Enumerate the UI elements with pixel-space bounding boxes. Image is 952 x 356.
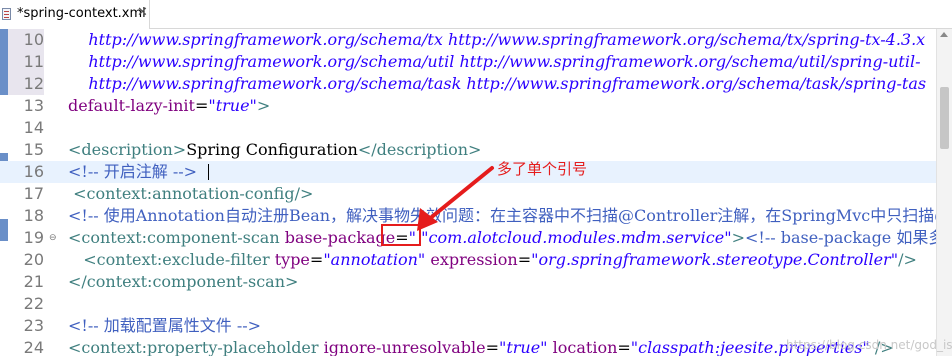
line-number: 22 <box>23 294 44 313</box>
code-line[interactable]: 10 http://www.springframework.org/schema… <box>0 29 952 51</box>
line-number: 13 <box>23 96 44 115</box>
scrollbar-thumb[interactable] <box>940 87 949 149</box>
code-editor[interactable]: 10 http://www.springframework.org/schema… <box>0 29 952 356</box>
line-number: 17 <box>23 184 44 203</box>
code-token: http://www.springframework.org/schema/ut… <box>68 52 921 71</box>
editor-tab-bar: *spring-context.xml ✕ <box>0 0 952 29</box>
line-number: 11 <box>8 51 44 73</box>
code-token: Spring Configuration <box>186 140 358 159</box>
code-token: <!-- 开启注解 --> <box>68 162 198 181</box>
code-text: <!-- 加载配置属性文件 --> <box>68 315 261 337</box>
code-token: "annotation" <box>323 250 426 269</box>
code-token: <context:annotation-config/> <box>68 184 314 203</box>
tab-title: *spring-context.xml <box>17 6 146 21</box>
code-line[interactable]: 12 http://www.springframework.org/schema… <box>0 73 952 95</box>
code-text: <!-- 使用Annotation自动注册Bean，解决事物失效问题：在主容器中… <box>68 205 950 227</box>
line-number: 10 <box>8 29 44 51</box>
code-token: <context:component-scan <box>68 228 285 247</box>
code-token: > <box>256 96 271 115</box>
line-number: 15 <box>23 140 44 159</box>
code-token: > <box>731 228 745 247</box>
line-number: 23 <box>23 316 44 335</box>
code-token: "org.springframework.stereotype.Controll… <box>531 250 899 269</box>
code-token: = <box>485 338 499 356</box>
code-line[interactable]: 23 <!-- 加载配置属性文件 --> <box>0 315 952 337</box>
code-token: /> <box>898 250 917 269</box>
code-line[interactable]: 11 http://www.springframework.org/schema… <box>0 51 952 73</box>
code-token: = <box>194 96 209 115</box>
code-token: <!-- 使用Annotation自动注册Bean，解决事物失效问题：在主容器中… <box>68 206 951 225</box>
code-line[interactable]: 20 <context:exclude-filter type="annotat… <box>0 249 952 271</box>
code-token: </context:component-scan> <box>68 272 299 291</box>
vertical-scrollbar[interactable] <box>936 29 952 356</box>
code-line[interactable]: 15 <description>Spring Configuration</des… <box>0 139 952 161</box>
code-token: http://www.springframework.org/schema/tx… <box>68 30 926 49</box>
close-icon[interactable]: ✕ <box>137 5 148 21</box>
code-text: http://www.springframework.org/schema/ta… <box>68 73 926 95</box>
highlight-box <box>381 224 421 246</box>
code-text: <description>Spring Configuration</descr… <box>68 139 481 161</box>
line-number: 16 <box>23 162 44 181</box>
code-token: = <box>617 338 631 356</box>
code-token: expression <box>430 250 518 269</box>
code-token: <!-- base-package 如果多个， <box>744 228 952 247</box>
scroll-up-arrow-icon[interactable] <box>940 32 948 37</box>
code-text: <!-- 开启注解 --> <box>68 161 197 183</box>
code-token: <!-- 加载配置属性文件 --> <box>68 316 262 335</box>
code-line[interactable]: 17 <context:annotation-config/> <box>0 183 952 205</box>
code-text: default-lazy-init="true"> <box>68 95 270 117</box>
code-line[interactable]: 13 default-lazy-init="true"> <box>0 95 952 117</box>
line-number: 12 <box>8 73 44 95</box>
code-token: <context:property-placeholder <box>68 338 324 356</box>
code-text: <context:annotation-config/> <box>68 183 313 205</box>
line-number: 19 <box>23 228 44 247</box>
code-text: http://www.springframework.org/schema/tx… <box>68 29 925 51</box>
fold-toggle-icon[interactable]: ⊖ <box>49 232 57 242</box>
code-line[interactable]: 14 <box>0 117 952 139</box>
code-token: </description> <box>357 140 482 159</box>
line-number: 24 <box>23 338 44 356</box>
code-token: <description> <box>68 140 187 159</box>
code-token: = <box>309 250 324 269</box>
code-line[interactable]: 16 <!-- 开启注解 --> <box>0 161 952 183</box>
tab-spring-context[interactable]: *spring-context.xml ✕ <box>0 0 150 29</box>
code-token: default-lazy-init <box>68 96 195 115</box>
code-text: <context:component-scan base-package=" "… <box>68 227 952 249</box>
code-line[interactable]: 21 </context:component-scan> <box>0 271 952 293</box>
line-number: 14 <box>23 118 44 137</box>
code-token: = <box>517 250 532 269</box>
text-caret <box>208 164 209 180</box>
code-text: http://www.springframework.org/schema/ut… <box>68 51 920 73</box>
code-token: base-package <box>284 228 396 247</box>
code-token: <context:exclude-filter <box>68 250 275 269</box>
code-text: <context:property-placeholder ignore-unr… <box>68 337 894 356</box>
line-number: 18 <box>23 206 44 225</box>
annotation-label: 多了单个引号 <box>497 160 588 178</box>
code-token: ignore-unresolvable <box>323 338 486 356</box>
code-text: </context:component-scan> <box>68 271 298 293</box>
code-token: location <box>552 338 618 356</box>
xml-file-icon <box>2 8 11 20</box>
code-line[interactable]: 19 ⊖ <context:component-scan base-package=… <box>0 227 952 249</box>
code-text: <context:exclude-filter type="annotation… <box>68 249 917 271</box>
line-number: 21 <box>23 272 44 291</box>
code-line[interactable]: 18 <!-- 使用Annotation自动注册Bean，解决事物失效问题：在主容… <box>0 205 952 227</box>
watermark: https://blog.csdn.net/god_is_girl <box>786 338 952 352</box>
code-token: " "com.alotcloud.modules.mdm.service" <box>408 228 732 247</box>
code-token: "true" <box>208 96 257 115</box>
code-token: "true" <box>498 338 548 356</box>
code-token: type <box>274 250 310 269</box>
code-token: http://www.springframework.org/schema/ta… <box>68 74 927 93</box>
code-line[interactable]: 22 <box>0 293 952 315</box>
line-number: 20 <box>23 250 44 269</box>
